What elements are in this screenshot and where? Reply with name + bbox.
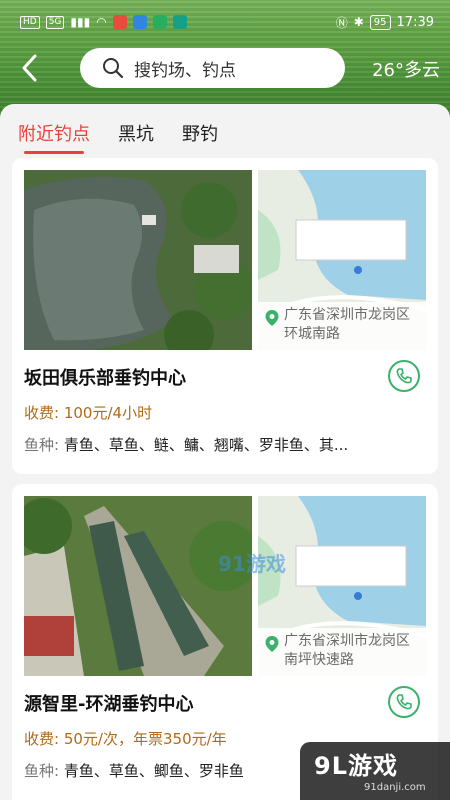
fee-label: 收费:	[24, 730, 60, 748]
status-time: 17:39	[396, 14, 434, 30]
search-placeholder: 搜钓场、钓点	[134, 60, 236, 81]
tab-bar: 附近钓点 黑坑 野钓	[18, 120, 218, 154]
species-value: 青鱼、草鱼、鲫鱼、罗非鱼	[63, 762, 244, 780]
content-panel: 附近钓点 黑坑 野钓 广东省深圳市龙岗区环城南路 坂田俱乐部垂钓中心 收费: 1…	[0, 104, 450, 800]
watermark-badge: 9L游戏 91danji.com	[300, 742, 450, 800]
spot-name: 坂田俱乐部垂钓中心	[24, 368, 186, 389]
weather-label: 26°多云	[372, 60, 440, 81]
species-value: 青鱼、草鱼、鲢、鳙、翘嘴、罗非鱼、其...	[63, 436, 349, 454]
bluetooth-icon: ✱	[353, 15, 364, 29]
spot-photo	[24, 496, 252, 676]
fee-value: 50元/次，年票350元/年	[63, 730, 227, 748]
status-bar: HD 5G ▮▮▮ ◠ Ⓝ ✱ 95 17:39	[0, 0, 450, 44]
nfc-icon: Ⓝ	[335, 15, 348, 30]
address-overlay: 广东省深圳市龙岗区南坪快速路	[258, 628, 426, 676]
spot-card[interactable]: 广东省深圳市龙岗区环城南路 坂田俱乐部垂钓中心 收费: 100元/4小时 鱼种:…	[12, 158, 438, 474]
app-icon	[152, 15, 167, 29]
app-icon	[172, 15, 187, 29]
fee-label: 收费:	[24, 404, 60, 422]
fee-row: 收费: 50元/次，年票350元/年	[24, 728, 227, 749]
app-icon	[132, 15, 147, 29]
watermark-overlay: 91游戏	[218, 552, 286, 576]
spot-address: 广东省深圳市龙岗区环城南路	[284, 307, 410, 342]
location-pin-icon	[265, 636, 279, 652]
call-button[interactable]	[388, 686, 420, 718]
app-icon	[112, 15, 127, 29]
phone-icon	[396, 694, 412, 710]
watermark-logo: 9L游戏	[314, 752, 398, 780]
fee-value: 100元/4小时	[63, 404, 153, 422]
wifi-icon: ◠	[96, 15, 107, 29]
species-label: 鱼种:	[24, 762, 60, 780]
chevron-left-icon	[22, 54, 37, 82]
tab-nearby[interactable]: 附近钓点	[18, 120, 90, 154]
top-bar: 搜钓场、钓点 26°多云	[0, 46, 450, 90]
spot-name: 源智里-环湖垂钓中心	[24, 694, 194, 715]
tab-wild-fishing[interactable]: 野钓	[182, 120, 218, 154]
location-pin-icon	[265, 310, 279, 326]
hd-icon: HD	[20, 15, 40, 29]
species-row: 鱼种: 青鱼、草鱼、鲢、鳙、翘嘴、罗非鱼、其...	[24, 434, 424, 455]
fee-row: 收费: 100元/4小时	[24, 402, 152, 423]
call-button[interactable]	[388, 360, 420, 392]
network-5g-icon: 5G	[45, 15, 65, 29]
signal-icon: ▮▮▮	[70, 15, 91, 29]
back-button[interactable]	[14, 50, 48, 86]
address-overlay: 广东省深圳市龙岗区环城南路	[258, 302, 426, 350]
spot-photo	[24, 170, 252, 350]
tab-heikeng[interactable]: 黑坑	[118, 120, 154, 154]
search-input[interactable]: 搜钓场、钓点	[80, 48, 345, 88]
spot-address: 广东省深圳市龙岗区南坪快速路	[284, 633, 410, 668]
location-map[interactable]: 广东省深圳市龙岗区环城南路	[258, 170, 426, 350]
phone-icon	[396, 368, 412, 384]
search-icon	[103, 58, 124, 79]
species-label: 鱼种:	[24, 436, 60, 454]
watermark-site: 91danji.com	[364, 782, 426, 793]
battery-icon: 95	[369, 14, 391, 30]
location-map[interactable]: 广东省深圳市龙岗区南坪快速路	[258, 496, 426, 676]
